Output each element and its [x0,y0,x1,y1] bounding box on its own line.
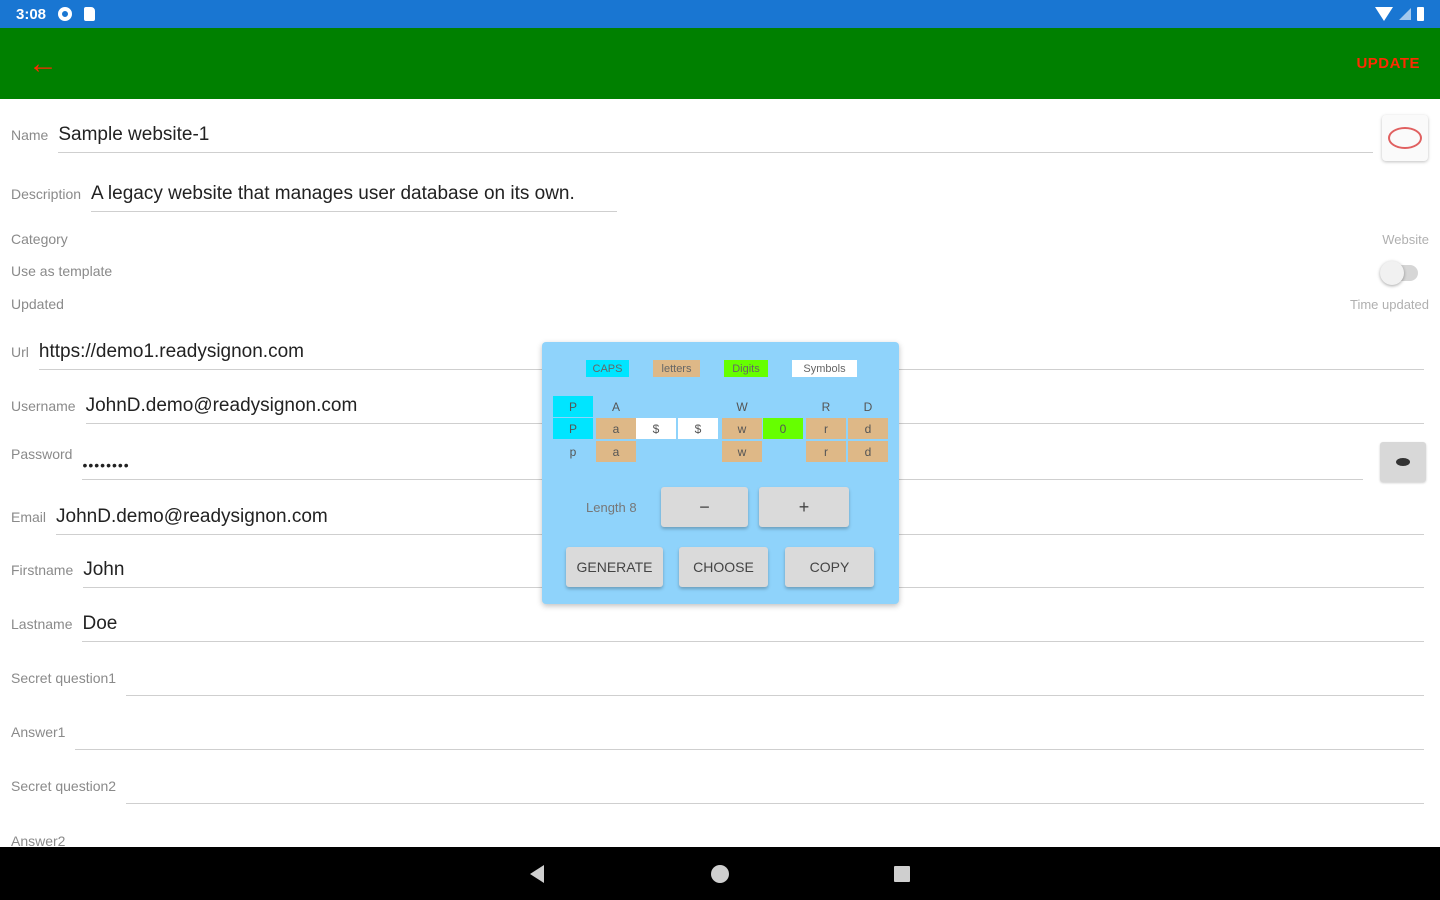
category-value[interactable]: Website [1382,232,1429,247]
grid-cell[interactable]: $ [678,418,718,439]
grid-cell[interactable]: d [848,441,888,462]
secret-question2-row: Secret question2 [11,770,1424,804]
letters-chip[interactable]: letters [653,360,700,377]
grid-cell[interactable]: p [553,441,593,462]
username-label: Username [11,398,76,414]
increase-length-button[interactable]: + [759,487,849,527]
answer1-row: Answer1 [11,716,1424,750]
grid-cell[interactable]: P [553,396,593,417]
description-field[interactable]: A legacy website that manages user datab… [91,178,617,212]
use-as-template-toggle[interactable] [1380,261,1418,285]
show-password-button[interactable] [1380,442,1426,482]
app-bar: ← UPDATE [0,28,1440,99]
password-generator-dialog: CAPS letters Digits Symbols P A W R D Pa $ $ w 0 r… [542,342,899,604]
nav-home-icon[interactable] [711,865,729,883]
use-as-template-label: Use as template [11,263,113,279]
grid-cell[interactable]: r [806,441,846,462]
grid-cell[interactable]: a [596,441,636,462]
caps-chip[interactable]: CAPS [586,360,629,377]
signal-icon [1399,8,1411,20]
generate-button[interactable]: GENERATE [566,547,663,587]
lastname-row: Lastname Doe [11,608,1424,642]
secret-question2-label: Secret question2 [11,778,117,794]
grid-cell [636,441,676,462]
grid-cell [763,396,803,417]
grid-cell[interactable]: r [806,418,846,439]
settings-icon [58,7,73,21]
grid-cell[interactable]: P [553,418,593,439]
nav-back-icon[interactable] [530,865,544,883]
wifi-icon [1375,7,1393,21]
grid-cell[interactable]: $ [636,418,676,439]
grid-cell [678,441,718,462]
grid-cell[interactable]: R [806,396,846,417]
name-label: Name [11,127,49,143]
updated-label: Updated [11,296,64,312]
description-row: Description A legacy website that manage… [11,178,617,212]
symbols-chip[interactable]: Symbols [792,360,857,377]
status-bar: 3:08 [0,0,1440,28]
url-label: Url [11,344,29,360]
secret-question2-field[interactable] [126,770,1424,804]
secret-question1-row: Secret question1 [11,662,1424,696]
grid-cell[interactable]: d [848,418,888,439]
brain-icon[interactable] [1382,115,1428,161]
answer2-label: Answer2 [11,833,66,847]
grid-cell[interactable]: w [722,418,762,439]
grid-cell[interactable]: 0 [763,418,803,439]
battery-icon [1417,7,1424,21]
answer1-field[interactable] [75,716,1424,750]
grid-cell [678,396,718,417]
secret-question1-field[interactable] [126,662,1424,696]
name-row: Name Sample website-1 [11,119,1373,153]
firstname-label: Firstname [11,562,74,578]
grid-cell[interactable]: D [848,396,888,417]
navigation-bar [0,847,1440,900]
answer1-label: Answer1 [11,724,66,740]
sd-card-icon [84,7,96,21]
grid-cell[interactable]: w [722,441,762,462]
lastname-label: Lastname [11,616,73,632]
password-label: Password [11,446,73,462]
grid-cell [763,441,803,462]
grid-cell [636,396,676,417]
nav-recent-apps-icon[interactable] [894,866,910,882]
description-label: Description [11,186,82,202]
copy-button[interactable]: COPY [785,547,874,587]
digits-chip[interactable]: Digits [724,360,768,377]
grid-cell[interactable]: a [596,418,636,439]
secret-question1-label: Secret question1 [11,670,117,686]
choose-button[interactable]: CHOOSE [679,547,768,587]
updated-value: Time updated [1349,297,1429,312]
status-time: 3:08 [16,5,47,23]
category-label: Category [11,231,68,247]
length-label: Length 8 [586,500,637,515]
grid-cell[interactable]: A [596,396,636,417]
eye-icon [1396,458,1410,466]
lastname-field[interactable]: Doe [82,608,1424,642]
name-field[interactable]: Sample website-1 [58,119,1373,153]
decrease-length-button[interactable]: − [661,487,748,527]
email-label: Email [11,509,47,525]
back-arrow-icon[interactable]: ← [28,48,58,79]
grid-cell[interactable]: W [722,396,762,417]
update-button[interactable]: UPDATE [1356,55,1420,72]
